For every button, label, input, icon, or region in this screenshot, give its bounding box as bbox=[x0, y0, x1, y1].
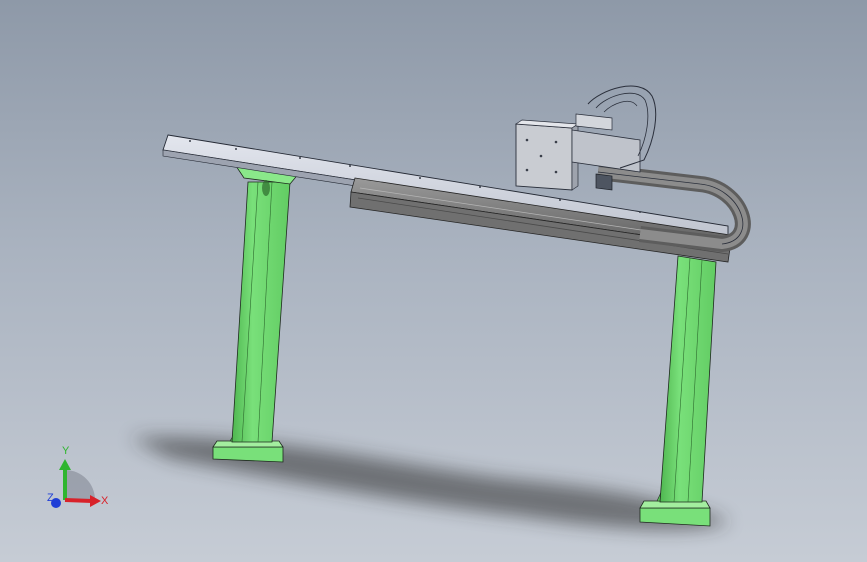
cad-graphics-viewport[interactable]: Y X Z bbox=[0, 0, 867, 562]
coordinate-triad-icon: Y X Z bbox=[47, 445, 109, 508]
right-support-leg[interactable] bbox=[639, 255, 717, 527]
left-support-leg[interactable] bbox=[212, 162, 301, 463]
x-axis-label: X bbox=[101, 495, 109, 507]
y-arrow-head bbox=[59, 459, 71, 470]
y-axis-label: Y bbox=[62, 445, 70, 457]
gantry-model[interactable]: Y X Z bbox=[0, 0, 867, 562]
z-axis-label: Z bbox=[47, 492, 54, 504]
x-arrow-head bbox=[90, 495, 101, 507]
